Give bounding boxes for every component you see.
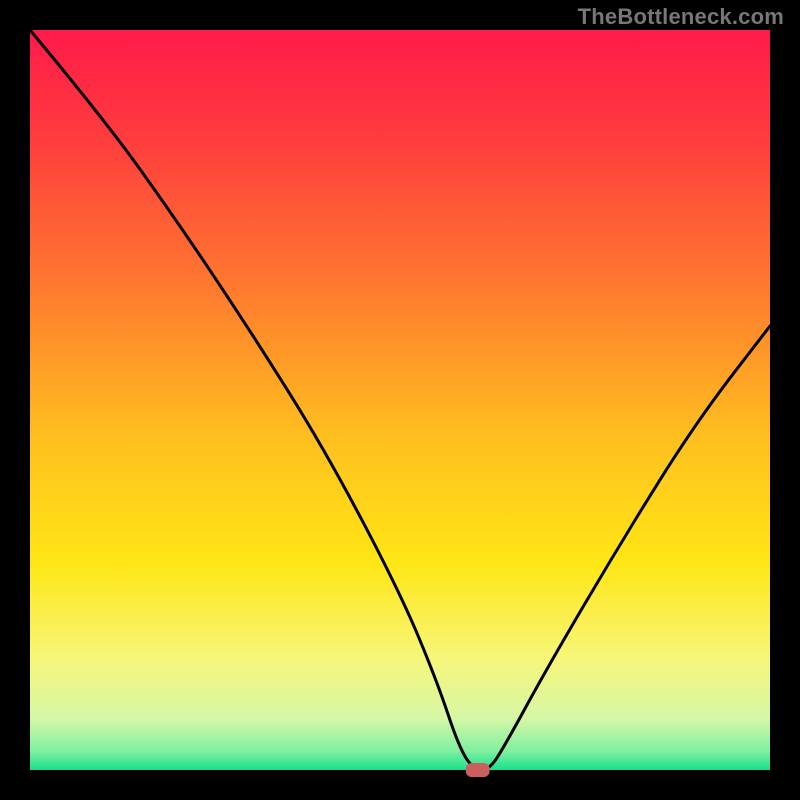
chart-frame: TheBottleneck.com (0, 0, 800, 800)
plot-area (30, 30, 770, 770)
watermark-label: TheBottleneck.com (578, 4, 784, 30)
bottleneck-chart (0, 0, 800, 800)
minimum-marker (466, 763, 490, 777)
